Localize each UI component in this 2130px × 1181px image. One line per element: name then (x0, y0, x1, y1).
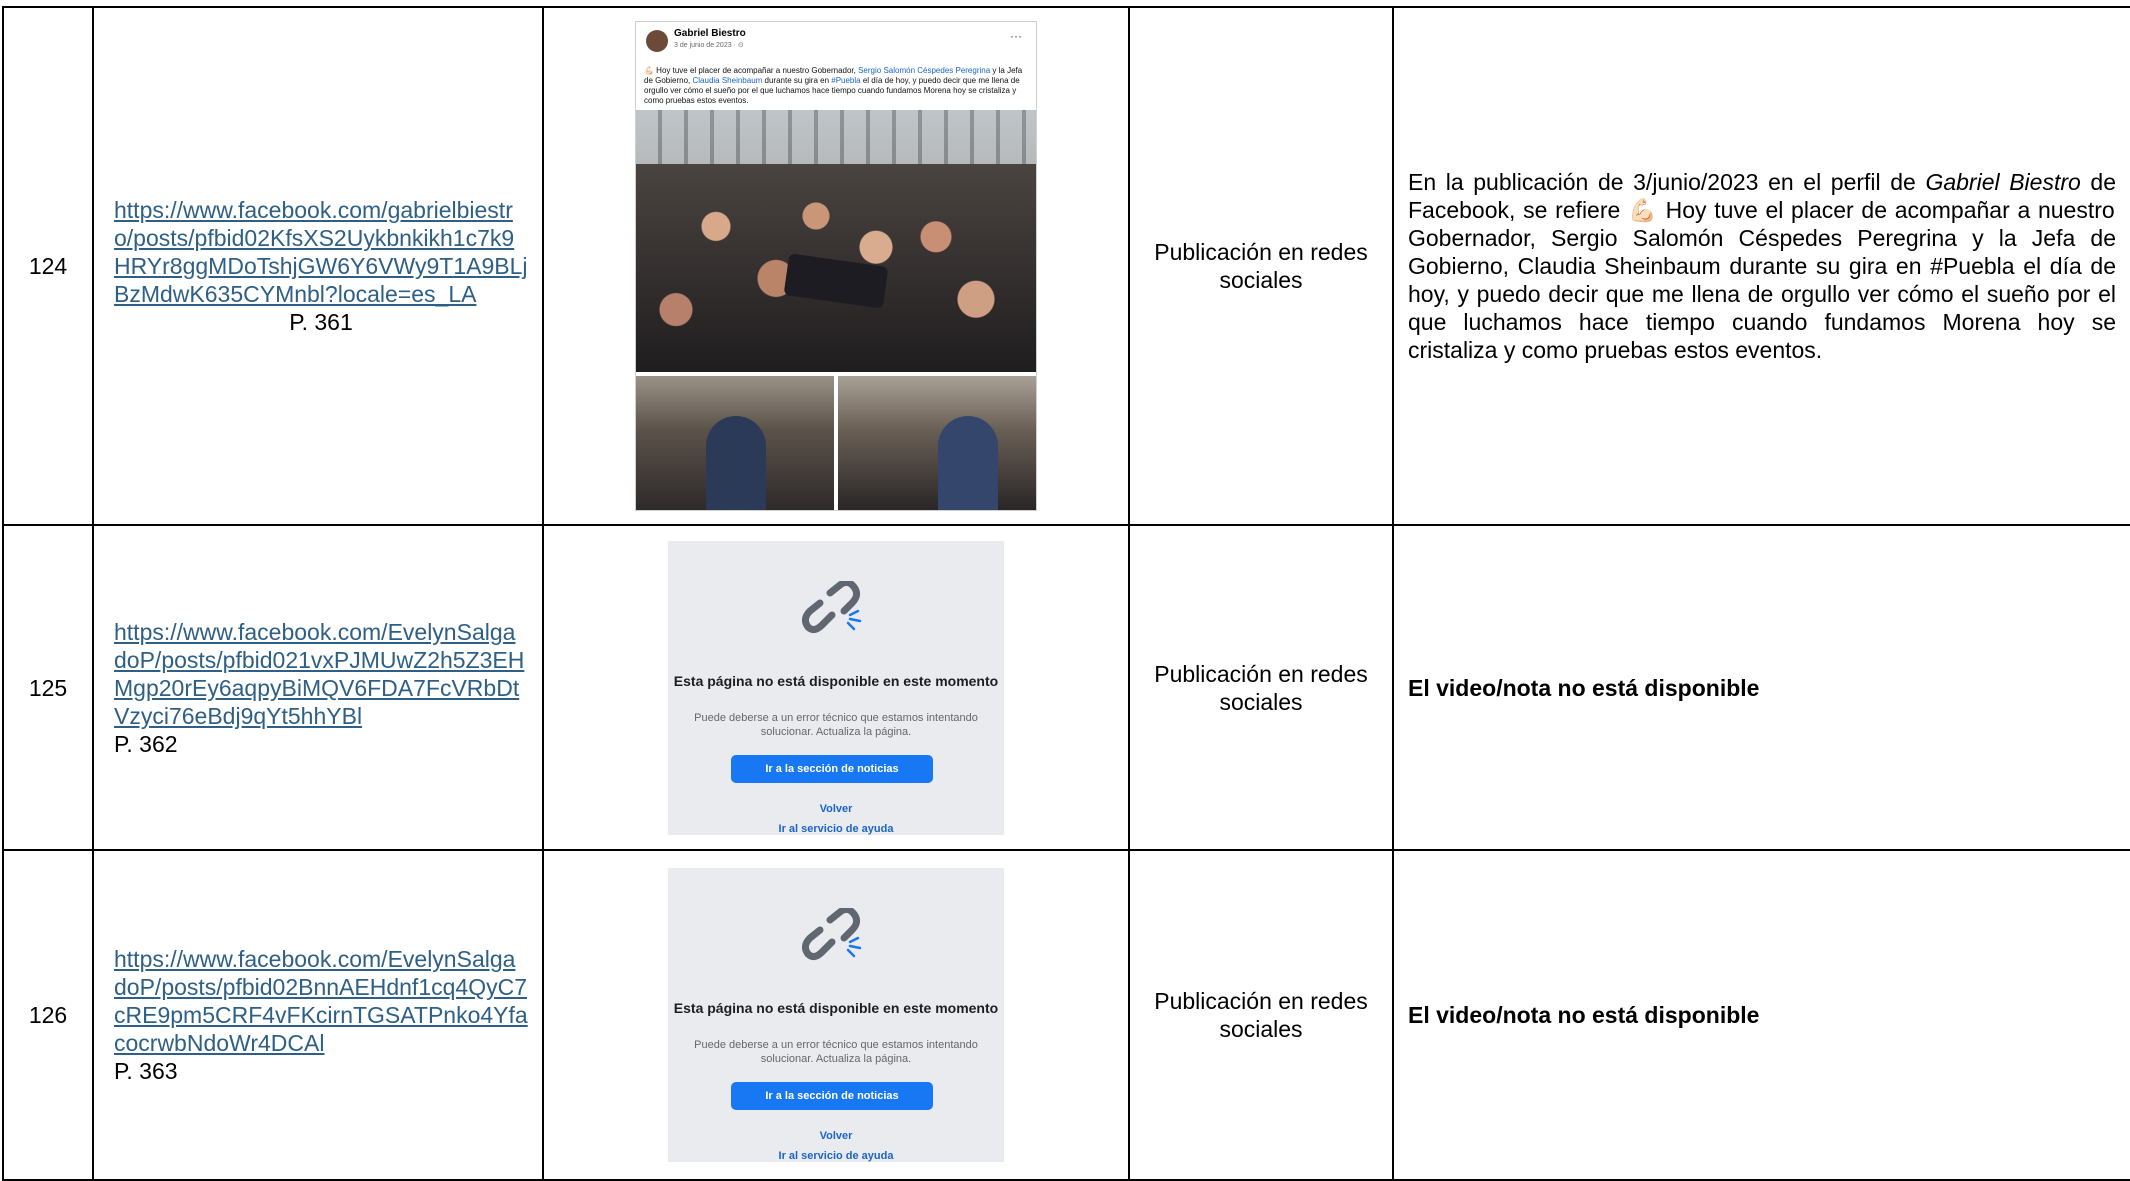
unavailable-title: Esta página no está disponible en este m… (673, 1000, 999, 1016)
link-cell: https://www.facebook.com/EvelynSalgadoP/… (92, 524, 544, 851)
table-row: 125 https://www.facebook.com/EvelynSalga… (2, 524, 2130, 851)
broken-link-icon (801, 580, 862, 633)
post-date: 3 de junio de 2023 · ⊙ (674, 42, 744, 49)
type-cell: Publicación en redes sociales (1128, 6, 1394, 526)
screenshot-cell: Esta página no está disponible en este m… (542, 849, 1130, 1181)
page-reference: P. 361 (289, 309, 353, 335)
page-reference: P. 363 (114, 1058, 178, 1084)
go-to-news-button: Ir a la sección de noticias (731, 1082, 933, 1110)
post-photo-3 (838, 376, 1036, 510)
broken-link-icon (801, 908, 862, 961)
type-cell: Publicación en redes sociales (1128, 524, 1394, 851)
post-main-photo (636, 110, 1036, 372)
post-link[interactable]: https://www.facebook.com/EvelynSalgadoP/… (114, 945, 528, 1057)
go-to-news-button: Ir a la sección de noticias (731, 754, 933, 783)
link-cell: https://www.facebook.com/gabrielbiestro/… (92, 6, 544, 526)
avatar (646, 30, 668, 52)
unavailable-subtitle: Puede deberse a un error técnico que est… (694, 1039, 978, 1065)
facebook-post-screenshot: Gabriel Biestro 3 de junio de 2023 · ⊙ ·… (635, 21, 1037, 511)
post-link[interactable]: https://www.facebook.com/gabrielbiestro/… (114, 196, 528, 308)
link-cell: https://www.facebook.com/EvelynSalgadoP/… (92, 849, 544, 1181)
table-row: 126 https://www.facebook.com/EvelynSalga… (2, 849, 2130, 1181)
description-cell: En la publicación de 3/junio/2023 en el … (1392, 6, 2130, 526)
screenshot-cell: Gabriel Biestro 3 de junio de 2023 · ⊙ ·… (542, 6, 1130, 526)
more-options-icon: ··· (1010, 29, 1022, 43)
post-link[interactable]: https://www.facebook.com/EvelynSalgadoP/… (114, 618, 528, 730)
row-number: 126 (2, 849, 94, 1181)
unavailable-subtitle: Puede deberse a un error técnico que est… (694, 711, 978, 738)
screenshot-cell: Esta página no está disponible en este m… (542, 524, 1130, 851)
row-number: 125 (2, 524, 94, 851)
description-cell: El video/nota no está disponible (1392, 849, 2130, 1181)
row-number: 124 (2, 6, 94, 526)
post-photo-2 (636, 376, 834, 510)
unavailable-note: El video/nota no está disponible (1408, 1002, 1760, 1028)
unavailable-title: Esta página no está disponible en este m… (673, 672, 999, 689)
post-header: Gabriel Biestro 3 de junio de 2023 · ⊙ ·… (636, 22, 1036, 62)
description-cell: El video/nota no está disponible (1392, 524, 2130, 851)
unavailable-note: El video/nota no está disponible (1408, 674, 1760, 701)
profile-name: Gabriel Biestro (1925, 169, 2081, 195)
page-reference: P. 362 (114, 730, 178, 757)
post-text: 💪🏻 Hoy tuve el placer de acompañar a nue… (644, 66, 1023, 105)
table-row: 124 https://www.facebook.com/gabrielbies… (2, 6, 2130, 526)
help-link: Ir al servicio de ayuda (778, 1150, 894, 1162)
unavailable-page-screenshot: Esta página no está disponible en este m… (668, 540, 1004, 835)
post-author: Gabriel Biestro (674, 28, 746, 39)
help-link: Ir al servicio de ayuda (778, 822, 894, 835)
evidence-table: 124 https://www.facebook.com/gabrielbies… (2, 6, 2130, 1181)
unavailable-page-screenshot: Esta página no está disponible en este m… (668, 868, 1004, 1162)
type-cell: Publicación en redes sociales (1128, 849, 1394, 1181)
